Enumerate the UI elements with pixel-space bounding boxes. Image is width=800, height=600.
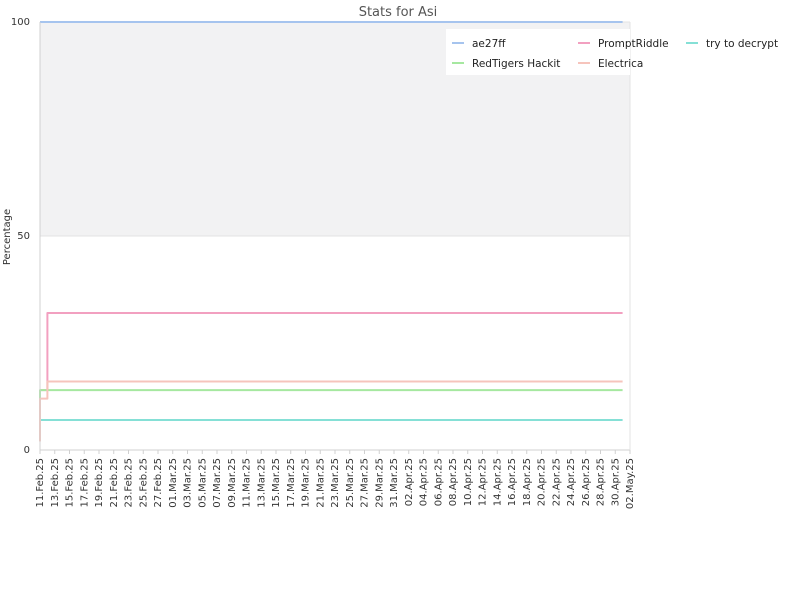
x-tick-label: 25.Mar.25	[345, 458, 356, 508]
legend-label-promptriddle: PromptRiddle	[598, 38, 669, 50]
legend-label-electrica: Electrica	[598, 58, 643, 70]
x-tick-label: 16.Apr.25	[507, 458, 518, 506]
x-tick-label: 24.Apr.25	[566, 458, 577, 506]
x-tick-label: 31.Mar.25	[389, 458, 400, 508]
y-tick-label: 100	[11, 17, 30, 28]
y-tick-label: 0	[24, 445, 30, 456]
x-tick-label: 30.Apr.25	[610, 458, 621, 506]
y-tick-labels: 0 50 100	[11, 17, 30, 456]
x-tick-label: 12.Apr.25	[478, 458, 489, 506]
x-tick-label: 14.Apr.25	[492, 458, 503, 506]
x-tick-label: 19.Feb.25	[94, 458, 105, 508]
chart: Stats for Asi 050100 11.Feb.25 13.Feb.25 1…	[2, 5, 778, 509]
x-tick-labels: 11.Feb.25 13.Feb.25 15.Feb.25 17.Feb.25 19.F…	[35, 450, 636, 509]
x-tick-label: 26.Apr.25	[581, 458, 592, 506]
x-tick-label: 10.Apr.25	[463, 458, 474, 506]
chart-title: Stats for Asi	[359, 5, 438, 20]
x-tick-label: 22.Apr.25	[551, 458, 562, 506]
series-line-promptriddle	[40, 312, 623, 392]
x-tick-label: 04.Apr.25	[419, 458, 430, 506]
x-tick-label: 03.Mar.25	[183, 458, 194, 508]
x-tick-label: 21.Feb.25	[109, 458, 120, 508]
x-tick-label: 19.Mar.25	[301, 458, 312, 508]
x-tick-label: 05.Mar.25	[197, 458, 208, 508]
x-tick-label: 08.Apr.25	[448, 458, 459, 506]
x-tick-label: 02.Apr.25	[404, 458, 415, 506]
x-tick-label: 13.Mar.25	[256, 458, 267, 508]
x-tick-label: 15.Feb.25	[65, 458, 76, 508]
x-tick-label: 17.Mar.25	[286, 458, 297, 508]
legend-label-redtigers-hackit: RedTigers Hackit	[472, 58, 560, 70]
y-tick-label: 50	[17, 231, 30, 242]
x-tick-label: 29.Mar.25	[374, 458, 385, 508]
y-axis-label: Percentage	[2, 209, 13, 265]
x-tick-label: 27.Feb.25	[153, 458, 164, 508]
x-tick-label: 18.Apr.25	[522, 458, 533, 506]
x-tick-label: 13.Feb.25	[50, 458, 61, 508]
x-tick-label: 28.Apr.25	[596, 458, 607, 506]
x-tick-label: 23.Feb.25	[124, 458, 135, 508]
legend: ae27ff PromptRiddle try to decrypt RedTiger…	[446, 29, 778, 75]
series-line-redtigers-hackit	[39, 389, 623, 438]
x-tick-label: 07.Mar.25	[212, 458, 223, 508]
x-tick-label: 25.Feb.25	[138, 458, 149, 508]
x-tick-label: 11.Mar.25	[242, 458, 253, 508]
x-tick-label: 15.Mar.25	[271, 458, 282, 508]
x-tick-label: 27.Mar.25	[360, 458, 371, 508]
x-tick-label: 20.Apr.25	[537, 458, 548, 506]
x-tick-label: 23.Mar.25	[330, 458, 341, 508]
x-tick-label: 06.Apr.25	[433, 458, 444, 506]
legend-label-ae27ff: ae27ff	[472, 38, 506, 50]
legend-label-try-to-decrypt: try to decrypt	[706, 38, 778, 50]
x-tick-label: 02.May.25	[625, 458, 636, 509]
x-tick-label: 11.Feb.25	[35, 458, 46, 508]
x-tick-label: 01.Mar.25	[168, 458, 179, 508]
x-tick-label: 21.Mar.25	[315, 458, 326, 508]
x-tick-label: 17.Feb.25	[79, 458, 90, 508]
x-tick-label: 09.Mar.25	[227, 458, 238, 508]
